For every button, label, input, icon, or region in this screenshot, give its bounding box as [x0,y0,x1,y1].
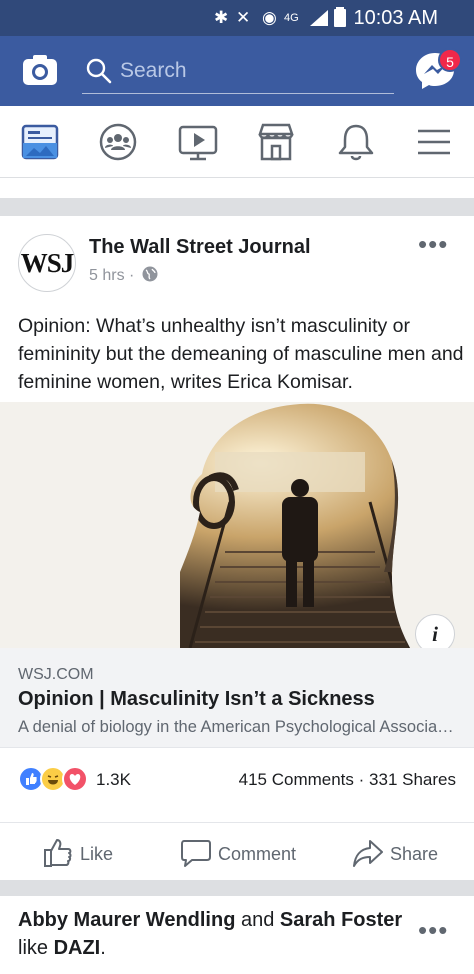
feed-divider-2 [0,880,474,896]
share-arrow-icon [353,840,383,867]
post-text: Opinion: What’s unhealthy isn’t masculin… [18,315,464,393]
liked-page-name[interactable]: DAZI [54,937,101,959]
tab-watch[interactable] [176,120,220,164]
like-verb: like [18,937,49,959]
feed-divider [0,198,474,216]
connector-word: and [240,909,275,931]
top-bar: 5 [0,36,474,106]
wifi-icon: ◉ [262,8,277,27]
friend-name-2[interactable]: Sarah Foster [280,909,402,931]
comment-icon [181,840,211,867]
meta-separator: · [129,267,135,284]
comment-label: Comment [218,844,297,864]
link-description: A denial of biology in the American Psyc… [18,718,458,736]
link-domain: WSJ.COM [18,666,94,683]
more-options-button[interactable]: ••• [418,231,448,257]
tab-menu[interactable] [412,120,456,164]
page-avatar[interactable]: WSJ [18,234,76,292]
comments-count[interactable]: 415 Comments [239,770,354,789]
hamburger-menu-icon [418,129,450,155]
camera-icon [23,55,57,85]
page-name[interactable]: The Wall Street Journal [89,236,311,259]
network-type: 4G [284,12,299,24]
tab-notifications[interactable] [334,120,378,164]
story-more-options-button[interactable]: ••• [418,917,448,943]
engagement-separator: · [358,770,365,789]
period: . [100,937,106,959]
feed-post: WSJ The Wall Street Journal 5 hrs · ••• … [0,216,474,880]
mute-icon: ✕ [236,8,251,27]
tab-marketplace[interactable] [254,120,298,164]
status-bar: ✱ ✕ ◉ 4G 10:03 AM [0,0,474,36]
bluetooth-icon: ✱ [214,8,229,27]
post-time[interactable]: 5 hrs [89,267,125,284]
link-title: Opinion | Masculinity Isn’t a Sickness [18,688,375,710]
love-reaction-icon [62,766,88,792]
watch-icon [178,125,218,161]
battery-icon [334,7,346,27]
camera-button[interactable] [22,54,58,86]
thumbs-up-icon [44,839,72,867]
bell-icon [338,124,374,161]
search-icon [86,58,112,84]
clock: 10:03 AM [353,7,438,29]
reaction-count[interactable]: 1.3K [96,770,131,790]
engagement-summary: 415 Comments · 331 Shares [239,770,456,790]
search-bar[interactable] [82,50,394,94]
link-preview-image[interactable] [0,402,474,648]
action-bar: Like Comment Share [0,822,474,880]
next-story: Abby Maurer Wendling and Sarah Foster li… [0,896,474,974]
link-preview-box[interactable]: WSJ.COM Opinion | Masculinity Isn’t a Si… [0,648,474,748]
friend-name-1[interactable]: Abby Maurer Wendling [18,909,235,931]
share-label: Share [390,844,439,864]
globe-icon [142,266,158,282]
shares-count[interactable]: 331 Shares [369,770,456,789]
news-feed-icon [21,124,59,160]
groups-icon [99,123,137,161]
messenger-badge: 5 [438,48,462,72]
signal-icon [310,10,328,26]
story-header: Abby Maurer Wendling and Sarah Foster li… [18,906,418,962]
post-meta: 5 hrs · [89,266,158,285]
masculinity-illustration [0,402,474,648]
like-label: Like [80,844,114,864]
tab-news-feed[interactable] [18,120,62,164]
marketplace-icon [258,123,294,161]
tab-groups[interactable] [96,120,140,164]
nav-bar [0,106,474,178]
search-input[interactable] [120,56,380,86]
